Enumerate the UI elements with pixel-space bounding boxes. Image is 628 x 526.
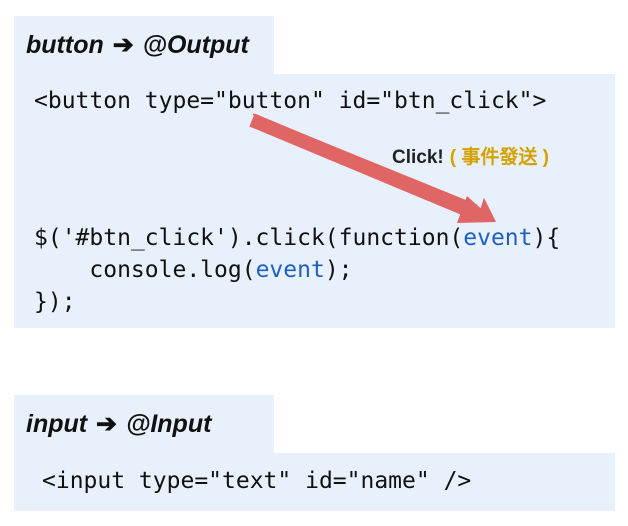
- input-section-tab: input ➔ @Input: [14, 395, 274, 453]
- input-tab-left-text: input: [26, 410, 88, 438]
- input-html-code-line: <input type="text" id="name" />: [42, 468, 472, 494]
- right-arrow-icon: ➔: [96, 410, 117, 438]
- event-flow-arrow-shaft: [249, 113, 471, 217]
- input-tab-right-text: @Input: [125, 410, 212, 438]
